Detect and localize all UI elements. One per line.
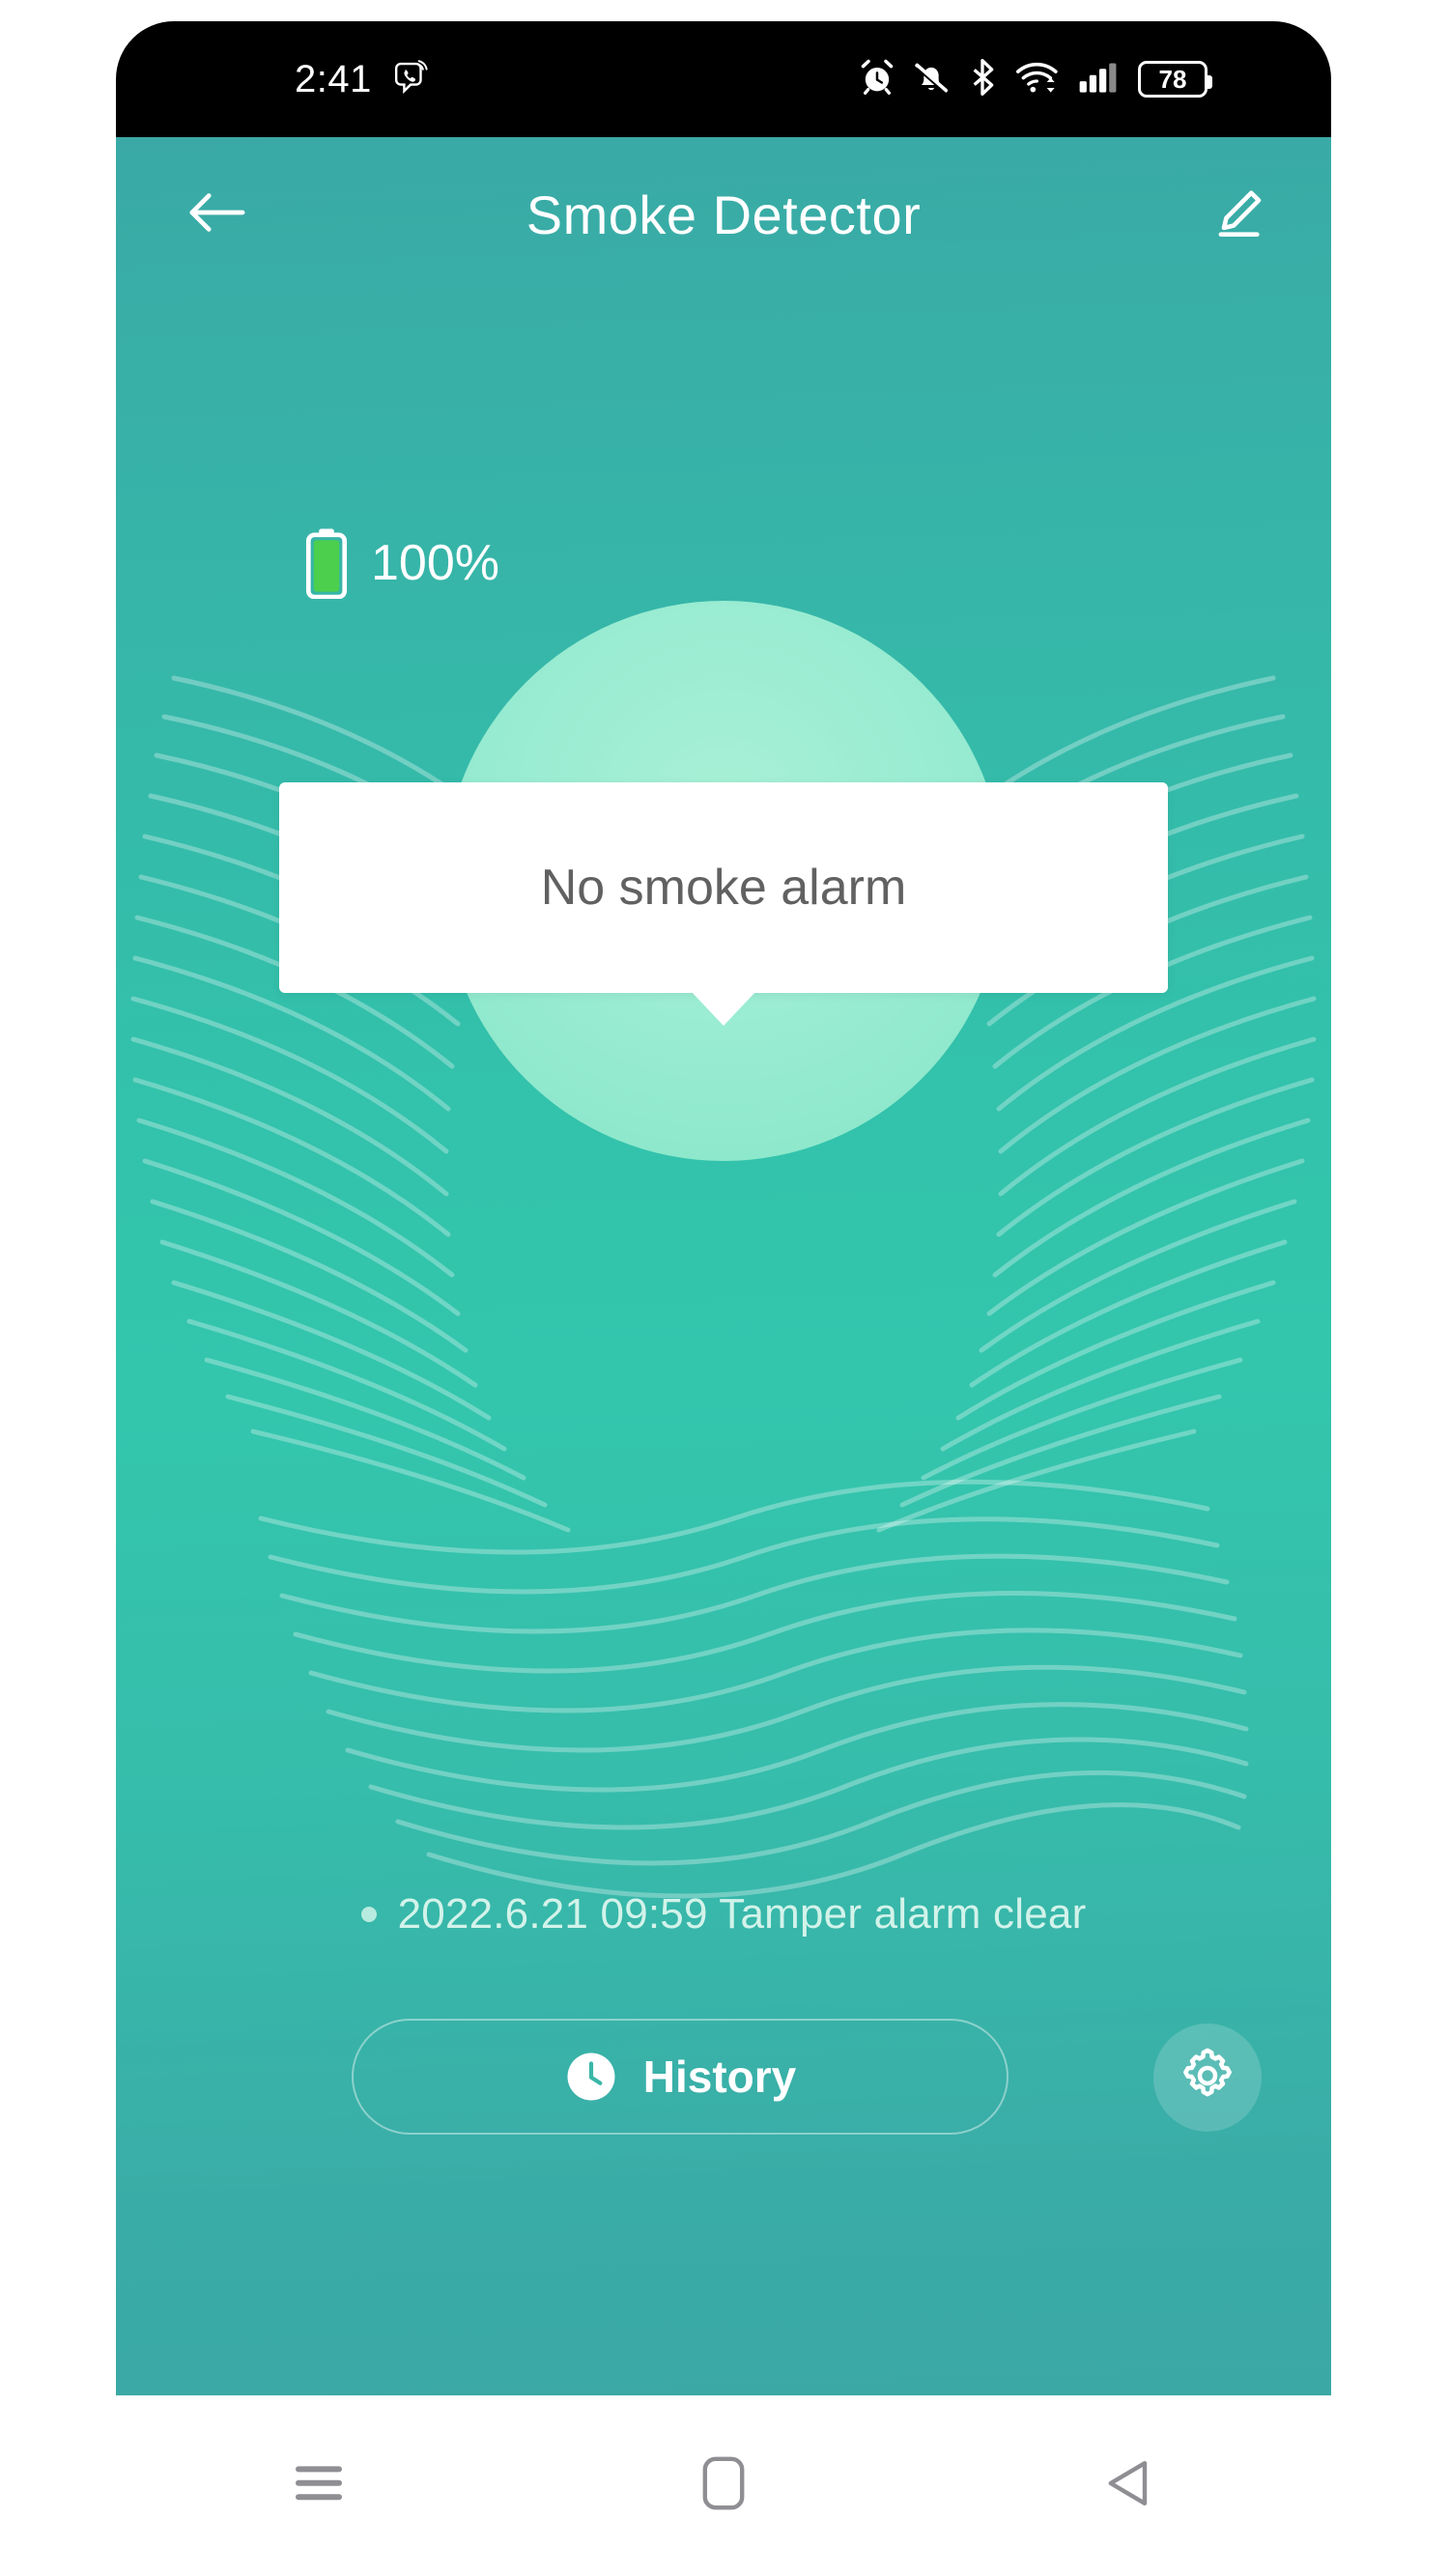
- battery-level-text: 78: [1158, 65, 1187, 94]
- recents-button[interactable]: [246, 2433, 391, 2539]
- latest-event-text: 2022.6.21 09:59 Tamper alarm clear: [397, 1890, 1087, 1938]
- bottom-actions: History: [116, 2019, 1331, 2144]
- status-tooltip: No smoke alarm: [279, 782, 1168, 1026]
- status-bar-battery: 78: [1138, 61, 1212, 98]
- home-square-icon: [702, 2456, 745, 2515]
- cellular-signal-icon: [1078, 58, 1122, 101]
- status-bar-left-group: 2:41: [295, 21, 430, 137]
- history-button[interactable]: History: [352, 2019, 1009, 2135]
- bell-muted-icon: [912, 58, 951, 101]
- wifi-icon: [1014, 58, 1063, 101]
- android-status-bar: 2:41 78: [116, 21, 1331, 137]
- clock-icon: [564, 2050, 618, 2104]
- event-bullet-dot: [360, 1907, 377, 1922]
- page-title: Smoke Detector: [526, 184, 922, 245]
- bluetooth-icon: [966, 58, 999, 101]
- alarm-clock-icon: [858, 58, 896, 101]
- back-button-nav[interactable]: [1056, 2433, 1201, 2539]
- history-button-label: History: [642, 2052, 797, 2102]
- home-button[interactable]: [651, 2433, 796, 2539]
- app-bar: Smoke Detector: [116, 137, 1331, 292]
- back-triangle-icon: [1104, 2458, 1152, 2513]
- viber-call-icon: [393, 59, 430, 100]
- menu-lines-icon: [294, 2462, 344, 2509]
- screenshot-root: 2:41 78 Smoke Detector 100% No smoke ala…: [0, 0, 1449, 2576]
- phone-frame: 2:41 78 Smoke Detector 100% No smoke ala…: [116, 21, 1331, 2395]
- device-status-area: No smoke alarm: [116, 456, 1331, 1663]
- edit-device-button[interactable]: [1194, 174, 1283, 255]
- latest-event-row: 2022.6.21 09:59 Tamper alarm clear: [116, 1890, 1331, 1939]
- status-tooltip-text: No smoke alarm: [540, 860, 907, 916]
- android-navigation-bar: [116, 2395, 1331, 2576]
- app-screen: Smoke Detector 100% No smoke alarm 2022.…: [116, 137, 1331, 2395]
- tooltip-arrow: [691, 991, 756, 1026]
- pencil-edit-icon: [1210, 184, 1266, 245]
- status-bar-clock: 2:41: [295, 58, 372, 100]
- settings-button[interactable]: [1153, 2024, 1262, 2132]
- status-bar-right-group: 78: [858, 21, 1212, 137]
- gear-icon: [1177, 2045, 1238, 2111]
